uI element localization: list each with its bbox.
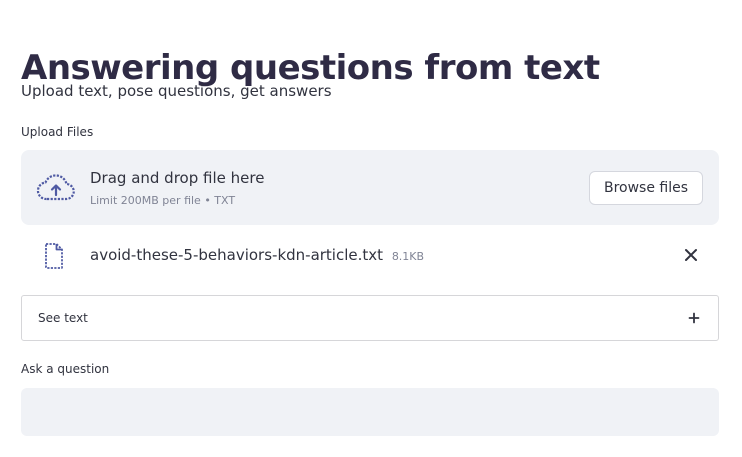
question-input[interactable] — [21, 388, 719, 436]
uploaded-file-name-line: avoid-these-5-behaviors-kdn-article.txt … — [90, 245, 424, 267]
uploaded-file-name: avoid-these-5-behaviors-kdn-article.txt — [90, 246, 384, 264]
uploaded-file-item: avoid-these-5-behaviors-kdn-article.txt … — [21, 236, 719, 276]
close-icon[interactable] — [681, 245, 701, 265]
expander-label: See text — [38, 311, 88, 325]
dropzone-instructions: Drag and drop file here — [90, 169, 265, 187]
file-icon — [45, 243, 63, 269]
uploaded-file-size: 8.1KB — [391, 250, 425, 263]
dropzone-limit: Limit 200MB per file • TXT — [90, 194, 236, 207]
question-label: Ask a question — [21, 362, 110, 376]
upload-files-label: Upload Files — [21, 125, 94, 139]
see-text-expander[interactable]: See text — [21, 295, 719, 341]
browse-files-button[interactable]: Browse files — [589, 171, 703, 205]
cloud-upload-icon — [36, 174, 75, 201]
page-subtitle: Upload text, pose questions, get answers — [21, 82, 332, 100]
file-dropzone[interactable]: Drag and drop file here Limit 200MB per … — [21, 150, 719, 225]
plus-icon — [688, 312, 700, 324]
